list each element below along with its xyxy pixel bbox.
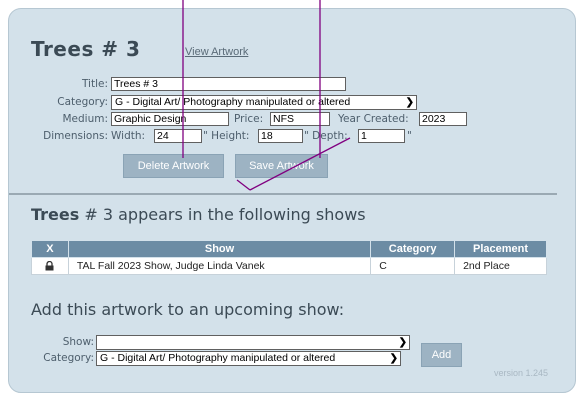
row-placement: 2nd Place: [454, 257, 547, 275]
column-header-x: X: [31, 240, 69, 258]
table-row: TAL Fall 2023 Show, Judge Linda Vanek C …: [31, 257, 547, 275]
price-input[interactable]: NFS: [270, 112, 330, 126]
shows-heading: Trees # 3 appears in the following shows: [31, 205, 366, 224]
category-select-value: G - Digital Art/ Photography manipulated…: [115, 96, 351, 108]
depth-label: " Depth:: [304, 130, 348, 142]
shows-table: X Show Category Placement TAL Fall 2023 …: [31, 240, 547, 275]
title-input[interactable]: Trees # 3: [111, 77, 346, 91]
column-header-category: Category: [370, 240, 456, 258]
year-created-label: Year Created:: [338, 113, 409, 125]
delete-artwork-button[interactable]: Delete Artwork: [123, 154, 224, 178]
price-label: Price:: [234, 113, 264, 125]
depth-input[interactable]: 1: [358, 129, 405, 143]
width-label: Width:: [111, 130, 146, 142]
chevron-down-icon: ❯: [398, 337, 407, 348]
add-category-select-value: G - Digital Art/ Photography manipulated…: [100, 352, 336, 364]
artwork-title-heading: Trees # 3: [31, 37, 141, 61]
medium-label: Medium:: [62, 113, 108, 125]
year-created-input[interactable]: 2023: [419, 112, 467, 126]
save-artwork-button[interactable]: Save Artwork: [235, 154, 328, 178]
add-button[interactable]: Add: [421, 343, 462, 367]
add-category-select[interactable]: G - Digital Art/ Photography manipulated…: [96, 351, 401, 366]
chevron-down-icon: ❯: [405, 97, 414, 108]
column-header-show: Show: [67, 240, 372, 258]
width-input[interactable]: 24: [154, 129, 202, 143]
add-category-label: Category:: [43, 352, 94, 364]
show-select[interactable]: ❯: [96, 335, 410, 350]
lock-icon: [45, 261, 54, 271]
category-label: Category:: [57, 96, 108, 108]
height-input[interactable]: 18: [258, 129, 303, 143]
title-label: Title:: [81, 78, 108, 90]
version-label: version 1.245: [494, 368, 549, 378]
category-select[interactable]: G - Digital Art/ Photography manipulated…: [111, 95, 417, 110]
dimensions-label: Dimensions:: [43, 130, 108, 142]
chevron-down-icon: ❯: [389, 353, 398, 364]
show-label: Show:: [62, 336, 94, 348]
depth-unit: ": [407, 130, 412, 142]
add-to-show-heading: Add this artwork to an upcoming show:: [31, 300, 345, 319]
row-category: C: [370, 257, 456, 275]
view-artwork-link[interactable]: View Artwork: [185, 46, 248, 58]
section-divider: [9, 193, 557, 195]
height-label: " Height:: [203, 130, 250, 142]
row-show-name: TAL Fall 2023 Show, Judge Linda Vanek: [67, 257, 372, 275]
lock-icon-cell: [31, 257, 69, 275]
column-header-placement: Placement: [454, 240, 547, 258]
medium-input[interactable]: Graphic Design: [111, 112, 229, 126]
shows-table-header: X Show Category Placement: [31, 240, 547, 258]
